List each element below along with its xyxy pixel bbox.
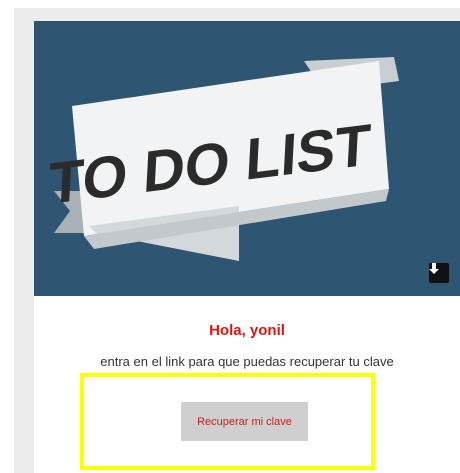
todo-list-banner-image: TO DO LIST <box>34 21 460 296</box>
email-card: TO DO LIST Hola, yonil entra en el link … <box>34 21 460 473</box>
download-arrow-icon <box>429 263 439 274</box>
greeting-text: Hola, yonil <box>209 322 285 339</box>
instruction-text: entra en el link para que puedas recuper… <box>100 354 394 369</box>
download-button[interactable] <box>429 263 449 283</box>
ribbon-graphic: TO DO LIST <box>47 57 399 261</box>
recover-password-button[interactable]: Recuperar mi clave <box>181 402 308 441</box>
